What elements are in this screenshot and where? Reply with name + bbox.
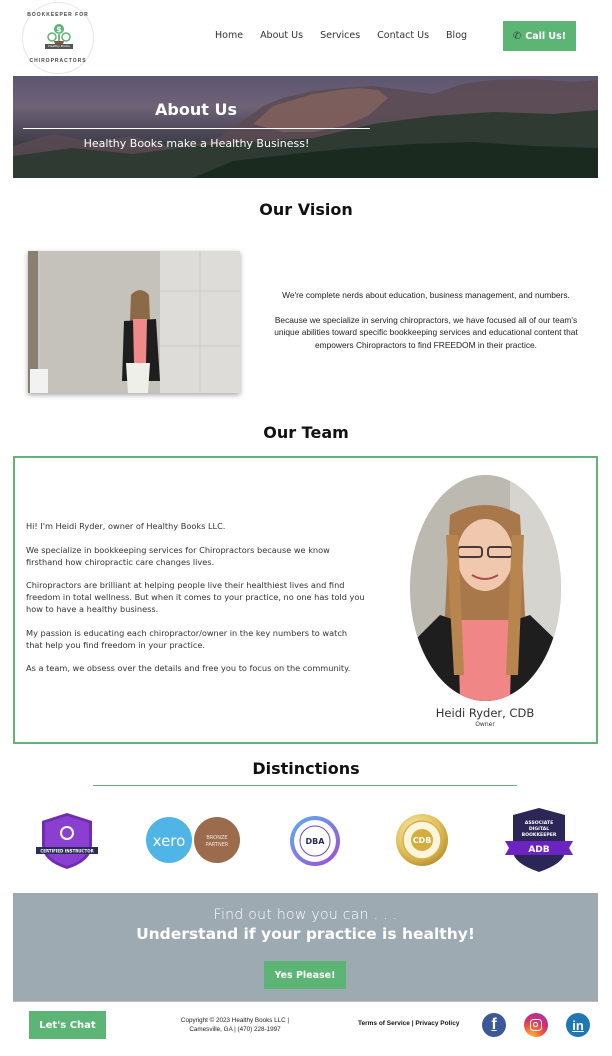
address-phone-line: Camesville, GA | (470) 228-1997 [189,1026,281,1033]
distinctions-divider [93,785,517,786]
instagram-glyph [530,1019,542,1031]
distinctions-heading: Distinctions [252,759,360,778]
cta-title: Understand if your practice is healthy! [136,925,475,943]
facebook-icon[interactable]: f [482,1013,506,1037]
nav-contact-us[interactable]: Contact Us [377,30,429,41]
logo[interactable]: BOOKKEEPER FOR $ Healthy Books CHIROPRAC… [22,2,94,74]
certified-instructor-badge: CERTIFIED INSTRUCTOR [36,813,98,869]
svg-text:DIGITAL: DIGITAL [529,826,549,832]
team-bio: Hi! I'm Heidi Ryder, owner of Healthy Bo… [26,520,366,674]
legal-links: Terms of Service | Privacy Policy [358,1020,459,1027]
team-member-photo [410,475,561,701]
associate-digital-bookkeeper-badge: ASSOCIATE DIGITAL BOOKKEEPER ADB [505,808,573,872]
badge-text: ADB [528,845,549,855]
copyright-line: Copyright © 2023 Healthy Books LLC | [180,1017,290,1024]
mountain-landscape-image [13,79,598,178]
headshot-image [410,475,561,701]
instagram-icon[interactable] [524,1013,548,1037]
terms-of-service-link[interactable]: Terms of Service [358,1020,410,1027]
dba-chapter-member-badge: DBA [290,816,340,866]
bio-paragraph: My passion is educating each chiropracto… [26,627,348,650]
svg-text:BOOKKEEPER: BOOKKEEPER [522,832,557,838]
vision-photo [28,251,240,393]
svg-text:BRONZE: BRONZE [206,835,227,841]
site-header: BOOKKEEPER FOR $ Healthy Books CHIROPRAC… [0,0,612,76]
team-heading: Our Team [263,423,349,442]
cta-subtitle: Find out how you can . . . [213,907,398,923]
call-us-button[interactable]: ✆ Call Us! [503,21,576,51]
privacy-policy-link[interactable]: Privacy Policy [415,1020,459,1027]
cdb-certification-badge: CDB [396,814,448,866]
badge-text: CDB [413,836,432,845]
svg-text:ASSOCIATE: ASSOCIATE [525,820,553,826]
svg-text:PARTNER: PARTNER [206,842,229,848]
nav-home[interactable]: Home [215,30,243,41]
bio-paragraph: Chiropractors are brilliant at helping p… [26,580,365,614]
linkedin-glyph: in [572,1017,584,1033]
call-us-label: Call Us! [525,30,567,42]
team-card: Hi! I'm Heidi Ryder, owner of Healthy Bo… [13,456,598,744]
owner-standing-photo [28,251,240,393]
yes-please-button[interactable]: Yes Please! [264,961,346,989]
facebook-glyph: f [491,1016,497,1033]
phone-icon: ✆ [512,30,522,42]
logo-ring-top-text: BOOKKEEPER FOR [27,12,89,18]
xero-bronze-partner-badge: xero BRONZE PARTNER [146,817,240,863]
copyright-text: Copyright © 2023 Healthy Books LLC | Cam… [165,1016,305,1034]
vision-paragraph: Because we specialize in serving chiropr… [274,314,578,350]
bio-paragraph: Hi! I'm Heidi Ryder, owner of Healthy Bo… [26,521,226,531]
vision-text: We're complete nerds about education, bu… [262,289,590,351]
cta-banner: Find out how you can . . . Understand if… [13,893,598,1001]
vision-heading: Our Vision [259,200,353,219]
footer-divider [13,1001,598,1002]
vision-paragraph: We're complete nerds about education, bu… [282,290,570,300]
team-member-role: Owner [475,721,495,728]
team-member-name: Heidi Ryder, CDB [435,706,535,720]
bio-paragraph: We specialize in bookkeeping services fo… [26,544,330,567]
hero-title: About Us [155,100,237,119]
logo-ring-bottom-text: CHIROPRACTORS [29,58,87,64]
logo-label: Healthy Books [45,44,73,49]
linkedin-icon[interactable]: in [566,1013,590,1037]
nav-services[interactable]: Services [320,30,360,41]
nav-about-us[interactable]: About Us [260,30,303,41]
hero-subtitle: Healthy Books make a Healthy Business! [83,137,310,150]
bio-paragraph: As a team, we obsess over the details an… [26,663,351,673]
badge-text: DBA [306,837,326,846]
lets-chat-button[interactable]: Let's Chat [29,1011,106,1039]
main-nav: Home About Us Services Contact Us Blog [215,30,484,41]
hero-banner: About Us Healthy Books make a Healthy Bu… [13,76,598,178]
badge-text: xero [153,832,186,850]
badge-text: CERTIFIED INSTRUCTOR [40,849,93,854]
hero-divider [23,128,370,129]
nav-blog[interactable]: Blog [446,30,467,41]
svg-text:$: $ [56,25,62,34]
